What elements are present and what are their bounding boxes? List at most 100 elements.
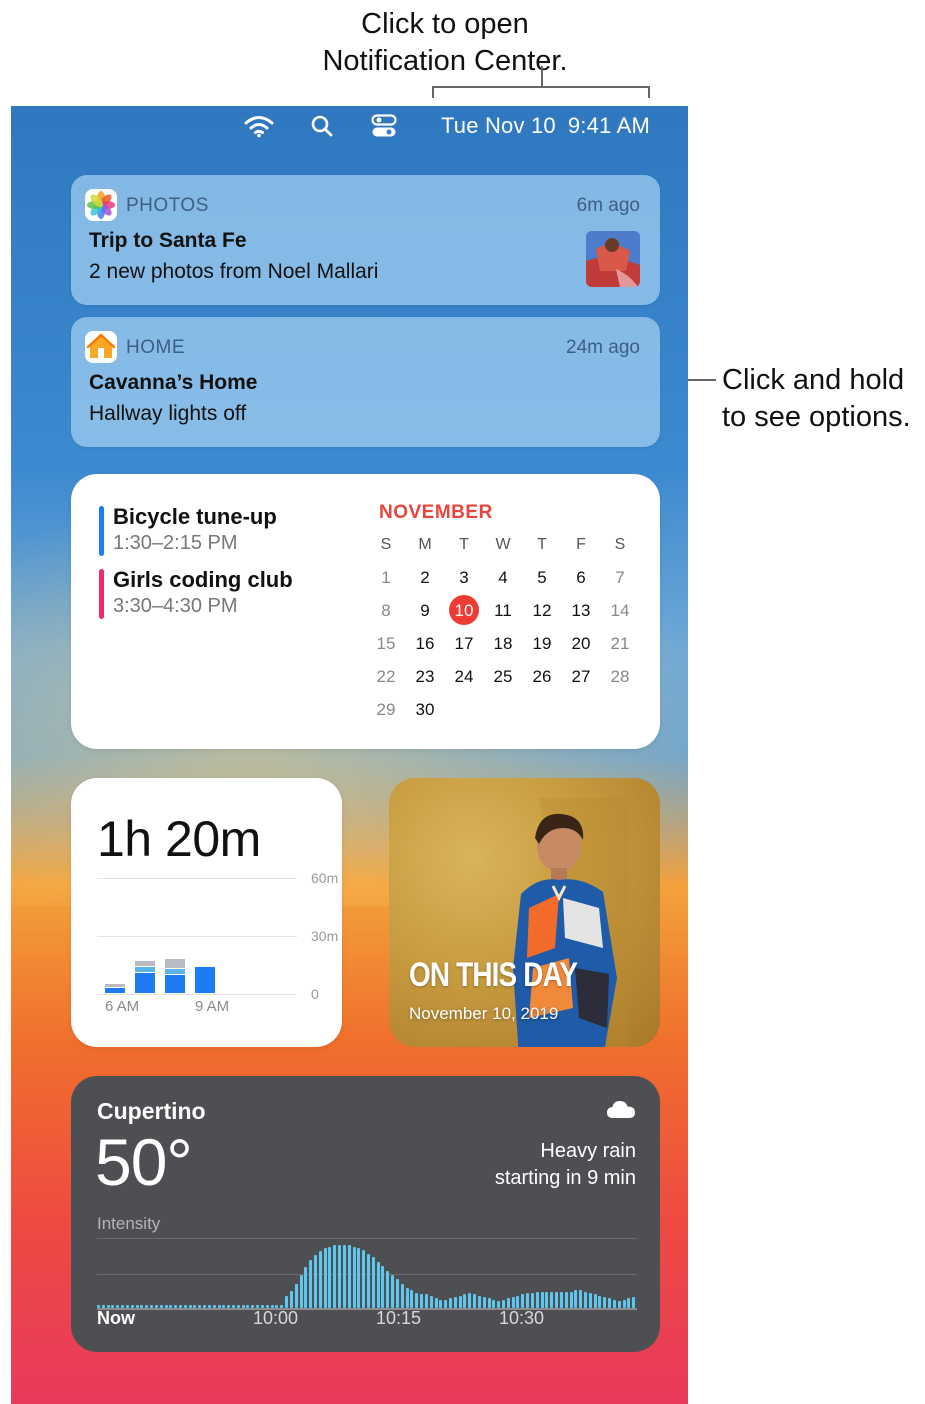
menubar-clock[interactable]: Tue Nov 10 9:41 AM [429, 113, 650, 139]
calendar-month: NOVEMBER [379, 502, 493, 523]
precipitation-bar [309, 1260, 313, 1308]
calendar-day[interactable]: 3 [447, 563, 481, 593]
precipitation-bar [333, 1245, 337, 1308]
calendar-day[interactable]: 30 [408, 695, 442, 725]
precipitation-bar [347, 1245, 351, 1308]
calendar-day[interactable]: 29 [369, 695, 403, 725]
calendar-day[interactable]: 27 [564, 662, 598, 692]
calendar-day[interactable]: 6 [564, 563, 598, 593]
calendar-day[interactable]: 12 [525, 596, 559, 626]
calendar-day[interactable]: 4 [486, 563, 520, 593]
precipitation-bar [289, 1291, 293, 1308]
callout-notification-center: Click to open Notification Center. [250, 6, 640, 80]
calendar-day[interactable]: 23 [408, 662, 442, 692]
calendar-day[interactable]: 11 [486, 596, 520, 626]
calendar-day[interactable]: 20 [564, 629, 598, 659]
calendar-day[interactable]: 26 [525, 662, 559, 692]
home-app-icon [85, 331, 117, 363]
callout-bracket [432, 86, 650, 98]
memory-title: ON THIS DAY [409, 956, 578, 994]
calendar-day[interactable]: 8 [369, 596, 403, 626]
photo-memory-widget[interactable]: ON THIS DAY November 10, 2019 [389, 778, 660, 1047]
calendar-weekday-header: S [380, 536, 392, 553]
calendar-day[interactable]: 15 [369, 629, 403, 659]
calendar-weekday-header: F [576, 536, 586, 553]
calendar-day[interactable]: 17 [447, 629, 481, 659]
precipitation-bar [482, 1297, 486, 1308]
calendar-day[interactable]: 22 [369, 662, 403, 692]
chart-tick-label: 60m [311, 870, 339, 886]
calendar-widget[interactable]: Bicycle tune-up 1:30–2:15 PM Girls codin… [71, 474, 660, 749]
precipitation-bar [400, 1283, 404, 1308]
screen-time-widget[interactable]: 1h 20m 60m 30m 0 6 AM 9 AM [71, 778, 342, 1047]
notification-home[interactable]: HOME 24m ago Cavanna’s Home Hallway ligh… [71, 317, 660, 447]
wifi-icon[interactable] [244, 114, 274, 138]
precipitation-bar [516, 1295, 520, 1308]
calendar-day[interactable]: 1 [369, 563, 403, 593]
precipitation-bar [169, 1304, 173, 1308]
precipitation-bar [304, 1267, 308, 1308]
precipitation-bar [159, 1304, 163, 1308]
calendar-day[interactable]: 25 [486, 662, 520, 692]
notification-photos[interactable]: PHOTOS 6m ago Trip to Santa Fe 2 new pho… [71, 175, 660, 305]
event-color-bar [99, 569, 104, 619]
calendar-day[interactable]: 28 [603, 662, 637, 692]
calendar-day-today[interactable]: 10 [447, 595, 481, 626]
precipitation-bar [448, 1298, 452, 1308]
calendar-day[interactable]: 2 [408, 563, 442, 593]
screen-time-bar [135, 972, 155, 993]
precipitation-bar [188, 1304, 192, 1308]
calendar-day[interactable]: 14 [603, 596, 637, 626]
precipitation-bar [415, 1293, 419, 1308]
precipitation-bar [603, 1297, 607, 1308]
weather-condition-line2: starting in 9 min [494, 1167, 636, 1189]
weather-x-label: 10:15 [376, 1308, 422, 1328]
calendar-day[interactable]: 18 [486, 629, 520, 659]
precipitation-bar [164, 1304, 168, 1308]
calendar-day[interactable]: 16 [408, 629, 442, 659]
callout-right-line1: Click and hold [722, 364, 905, 396]
calendar-day[interactable]: 13 [564, 596, 598, 626]
weather-temperature: 50° [95, 1125, 193, 1199]
notification-time: 24m ago [566, 337, 640, 358]
precipitation-bar [497, 1301, 501, 1308]
precipitation-bar [434, 1298, 438, 1308]
precipitation-bar [511, 1297, 515, 1308]
precipitation-bar [381, 1265, 385, 1308]
calendar-day[interactable]: 21 [603, 629, 637, 659]
calendar-day[interactable]: 9 [408, 596, 442, 626]
calendar-weekday-header: T [459, 536, 469, 553]
search-icon[interactable] [310, 114, 334, 138]
precipitation-bar [232, 1304, 235, 1308]
precipitation-bar [318, 1250, 322, 1308]
precipitation-bar [376, 1261, 380, 1308]
precipitation-bar [294, 1284, 298, 1308]
chart-gridline [97, 1238, 637, 1239]
calendar-weekday-header: M [418, 536, 432, 553]
weather-intensity-label: Intensity [97, 1214, 161, 1233]
screen-time-bar [135, 966, 155, 972]
precipitation-bar [530, 1293, 534, 1308]
calendar-day[interactable]: 5 [525, 563, 559, 593]
precipitation-bar [371, 1257, 375, 1308]
desktop: Tue Nov 10 9:41 AM PHOTOS 6m ago Trip to … [11, 106, 688, 1404]
calendar-day[interactable]: 7 [603, 563, 637, 593]
calendar-day[interactable]: 19 [525, 629, 559, 659]
chart-x-label: 6 AM [105, 998, 140, 1015]
precipitation-bar [564, 1291, 568, 1308]
precipitation-bar [174, 1304, 178, 1308]
precipitation-bar [579, 1290, 583, 1308]
precipitation-bar [477, 1295, 481, 1308]
screen-time-bar [105, 984, 125, 988]
precipitation-bar [492, 1299, 496, 1308]
precipitation-bar [405, 1287, 409, 1308]
calendar-day[interactable]: 24 [447, 662, 481, 692]
chart-tick-label: 30m [311, 928, 339, 944]
precipitation-bar [424, 1294, 428, 1308]
notification-body: 2 new photos from Noel Mallari [89, 260, 379, 283]
weather-widget[interactable]: Cupertino 50° Heavy rain starting in 9 m… [71, 1076, 660, 1352]
precipitation-bar [453, 1297, 457, 1308]
weather-condition: Heavy rain starting in 9 min [376, 1138, 636, 1192]
control-center-icon[interactable] [371, 114, 397, 138]
precipitation-bar [526, 1293, 530, 1308]
